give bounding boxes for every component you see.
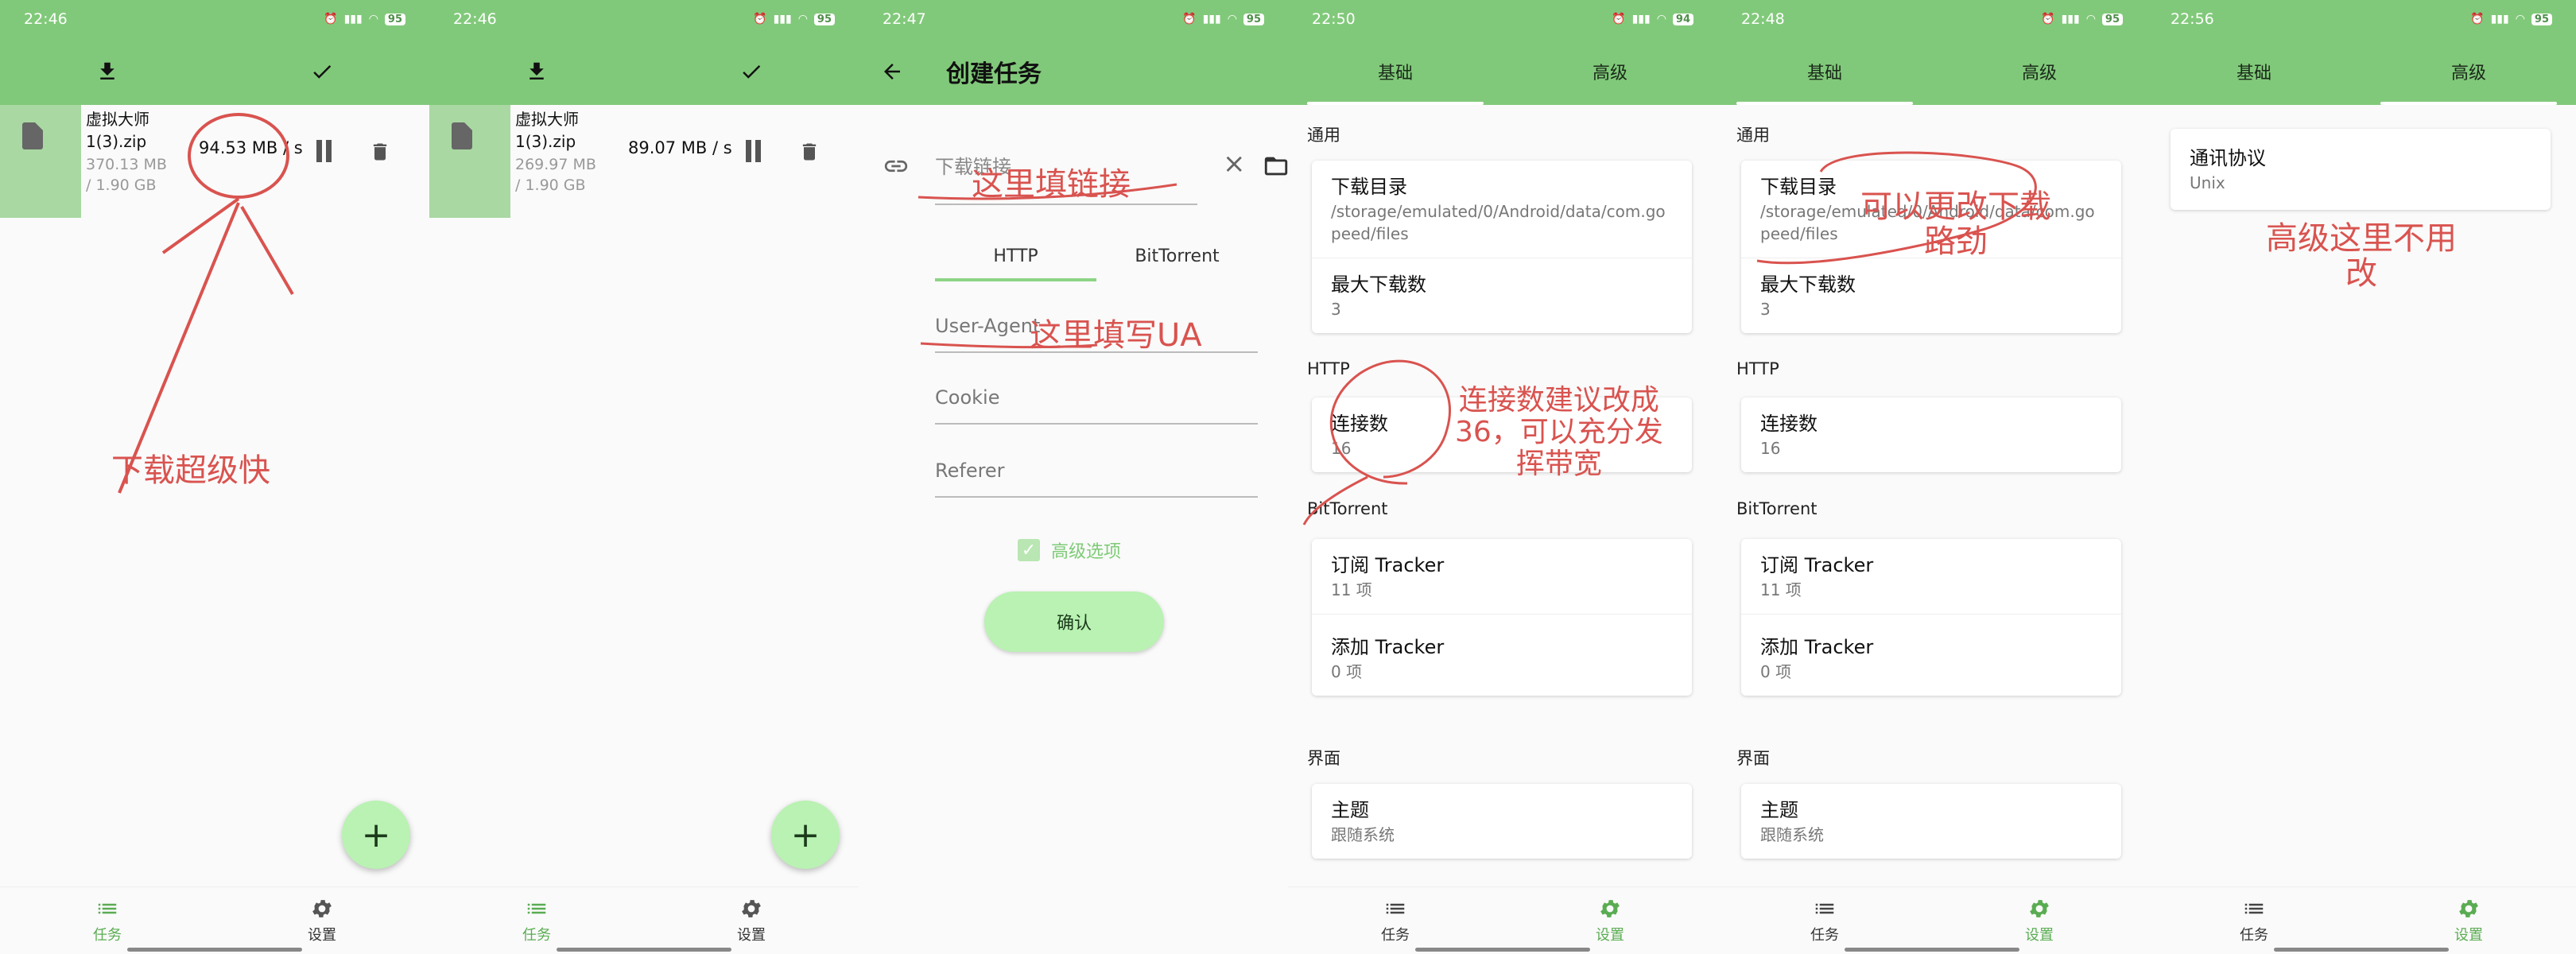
gesture-bar	[557, 948, 731, 952]
tab-basic[interactable]: 基础	[2147, 38, 2361, 105]
protocol-label: 通讯协议	[2190, 147, 2266, 169]
nav-settings[interactable]: 设置	[1503, 897, 1717, 944]
nav-tasks[interactable]: 任务	[429, 897, 644, 944]
nav-settings-label: 设置	[737, 927, 766, 944]
signal-icon: ▮▮▮	[2490, 13, 2509, 25]
task-name: 虚拟大师1(3).zip	[515, 110, 579, 151]
status-time: 22:56	[2171, 10, 2214, 28]
status-bar: 22:56 ⏰ ▮▮▮ ◠ 95	[2147, 0, 2576, 38]
bottom-nav: 任务 设置	[2147, 886, 2576, 954]
annotation-drawing	[1756, 151, 2037, 265]
nav-settings-label: 设置	[2025, 927, 2054, 944]
plus-icon: +	[790, 814, 821, 855]
annotation-advanced: 高级这里不用 改	[2266, 220, 2457, 292]
screen-tasks-1: 22:46 ⏰ ▮▮▮ ◠ 95 虚拟大师1(3).zip 370.13 MB / 1…	[0, 0, 429, 954]
screen-settings-basic-2: 22:48 ⏰ ▮▮▮ ◠ 95 基础 高级 通用 下载目录 /storage/emu…	[1717, 0, 2147, 954]
nav-tasks-label: 任务	[2240, 927, 2268, 944]
screen-create-task: 22:47 ⏰ ▮▮▮ ◠ 95 创建任务 下载链接 × HTTP BitTorren…	[859, 0, 1288, 954]
list-icon	[98, 903, 117, 914]
completed-filter-button[interactable]	[644, 38, 859, 105]
tab-advanced[interactable]: 高级	[2361, 38, 2576, 105]
list-icon	[1386, 903, 1405, 914]
task-speed: 89.07 MB / s	[628, 138, 732, 157]
nav-settings[interactable]: 设置	[644, 897, 859, 944]
list-icon	[2244, 903, 2264, 914]
settings-tabs: 基础 高级	[2147, 38, 2576, 105]
delete-icon[interactable]	[798, 138, 821, 165]
bottom-nav: 任务 设置	[429, 886, 859, 954]
task-size: 269.97 MB / 1.90 GB	[515, 156, 596, 194]
nav-settings-label: 设置	[1596, 927, 1624, 944]
add-task-button[interactable]: +	[342, 801, 410, 869]
gesture-bar	[1845, 948, 2019, 952]
gear-icon	[2030, 900, 2049, 917]
wifi-icon: ◠	[797, 13, 808, 25]
plus-icon: +	[361, 814, 391, 855]
battery-level: 95	[2531, 13, 2552, 25]
annotation-drawing	[1302, 359, 1451, 525]
app-toolbar	[429, 38, 859, 105]
protocol-value: Unix	[2190, 173, 2225, 192]
nav-tasks[interactable]: 任务	[1717, 897, 1932, 944]
status-bar: 22:46 ⏰ ▮▮▮ ◠ 95	[429, 0, 859, 38]
bottom-nav: 任务 设置	[0, 886, 429, 954]
nav-settings-label: 设置	[2454, 927, 2483, 944]
zip-file-icon	[452, 122, 472, 149]
gear-icon	[1600, 900, 1620, 917]
nav-tasks[interactable]: 任务	[0, 897, 215, 944]
nav-tasks-label: 任务	[1381, 927, 1410, 944]
add-task-button[interactable]: +	[771, 801, 840, 869]
advanced-card: 通讯协议 Unix	[2171, 129, 2551, 210]
download-icon	[530, 62, 544, 80]
alarm-icon: ⏰	[2470, 13, 2485, 25]
check-icon	[743, 65, 761, 79]
file-thumbnail	[429, 105, 510, 218]
pause-icon[interactable]	[744, 140, 763, 164]
alarm-icon: ⏰	[753, 13, 767, 25]
nav-settings-label: 设置	[308, 927, 336, 944]
downloading-filter-button[interactable]	[429, 38, 644, 105]
list-icon	[527, 903, 546, 914]
screen-settings-advanced: 22:56 ⏰ ▮▮▮ ◠ 95 基础 高级 通讯协议 Unix 高级这里不用 改 任…	[2147, 0, 2576, 954]
nav-tasks-label: 任务	[93, 927, 122, 944]
gear-icon	[2459, 900, 2478, 917]
battery-level: 95	[813, 13, 835, 25]
nav-tasks-label: 任务	[1810, 927, 1839, 944]
annotation-drawing	[918, 183, 1177, 349]
signal-icon: ▮▮▮	[773, 13, 792, 25]
protocol-setting[interactable]: 通讯协议 Unix	[2171, 129, 2551, 210]
status-time: 22:46	[453, 10, 497, 28]
screen-settings-basic-1: 22:50 ⏰ ▮▮▮ ◠ 94 基础 高级 通用 下载目录 /storage/emu…	[1288, 0, 1717, 954]
nav-tasks[interactable]: 任务	[1288, 897, 1503, 944]
gesture-bar	[127, 948, 302, 952]
nav-tasks[interactable]: 任务	[2147, 897, 2361, 944]
gesture-bar	[2274, 948, 2449, 952]
nav-tasks-label: 任务	[522, 927, 551, 944]
bottom-nav: 任务 设置	[1288, 886, 1717, 954]
gesture-bar	[1415, 948, 1590, 952]
nav-settings[interactable]: 设置	[2361, 897, 2576, 944]
screen-tasks-2: 22:46 ⏰ ▮▮▮ ◠ 95 虚拟大师1(3).zip 269.97 MB / 1…	[429, 0, 859, 954]
bottom-nav: 任务 设置	[1717, 886, 2147, 954]
gear-icon	[742, 900, 761, 917]
nav-settings[interactable]: 设置	[1932, 897, 2147, 944]
gear-icon	[312, 900, 332, 917]
list-icon	[1815, 903, 1834, 914]
wifi-icon: ◠	[2515, 13, 2525, 25]
nav-settings[interactable]: 设置	[215, 897, 429, 944]
task-item[interactable]: 虚拟大师1(3).zip 269.97 MB / 1.90 GB 89.07 M…	[429, 105, 859, 218]
